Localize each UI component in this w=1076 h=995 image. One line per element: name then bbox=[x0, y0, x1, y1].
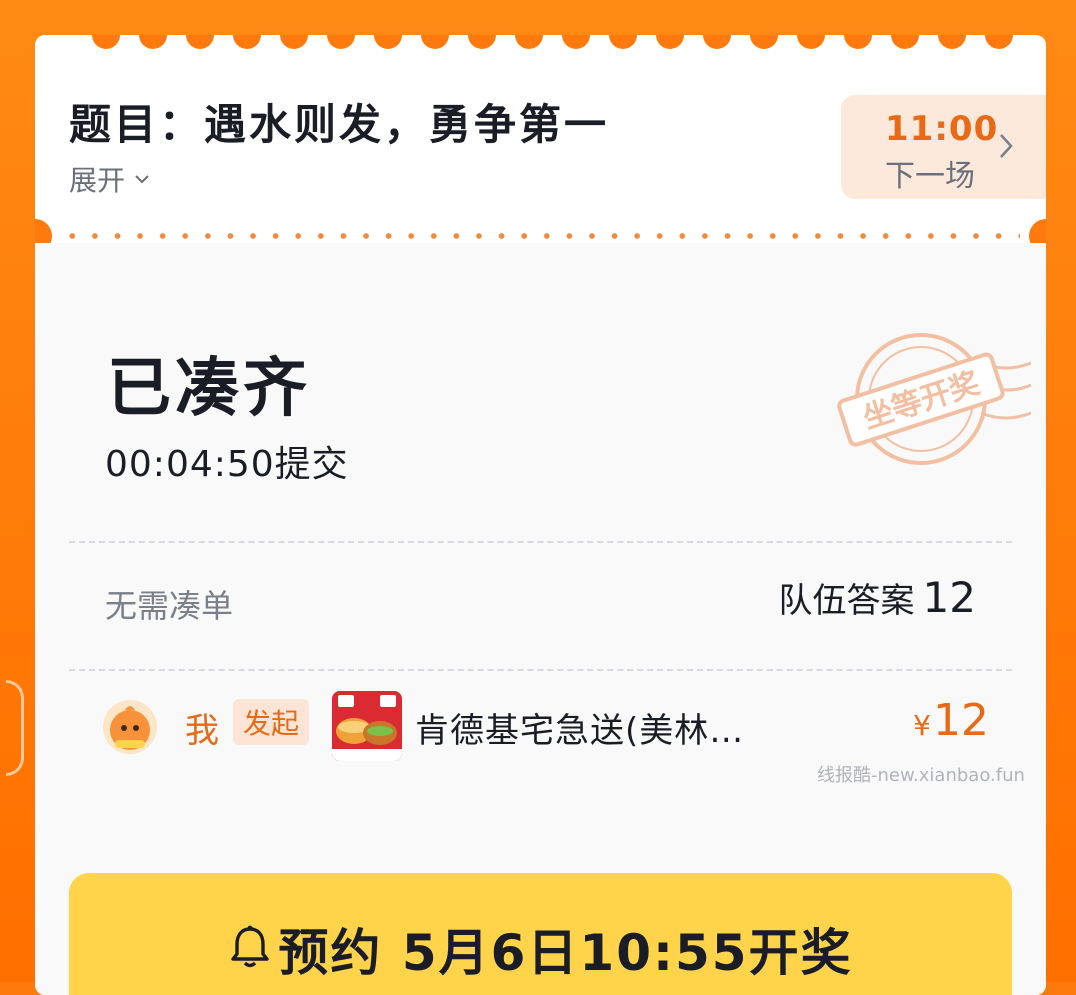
chevron-down-icon bbox=[133, 173, 151, 185]
waiting-draw-stamp: 坐等开奖 bbox=[831, 323, 1032, 473]
submit-time: 00:04:50提交 bbox=[105, 444, 349, 485]
team-answer: 队伍答案 12 bbox=[779, 573, 976, 622]
product-name[interactable]: 肯德基宅急送(美林… bbox=[415, 703, 744, 752]
avatar bbox=[103, 700, 157, 754]
member-row: 我 发起 肯德基宅急送(美林… ¥ 12 bbox=[103, 691, 989, 767]
ticket-perforation bbox=[35, 219, 1046, 253]
ticket-card: 题目：遇水则发，勇争第一 展开 11:00 下一场 已凑齐 00:04:50提交 bbox=[35, 35, 1046, 995]
bell-icon bbox=[228, 924, 272, 974]
ticket-body: 已凑齐 00:04:50提交 坐等开奖 无需凑单 队伍答案 12 我 发起 肯德… bbox=[35, 243, 1046, 995]
price-value: 12 bbox=[933, 695, 989, 746]
chevron-right-icon bbox=[996, 131, 1016, 165]
next-session-time: 11:00 bbox=[885, 109, 999, 149]
next-session-label: 下一场 bbox=[885, 159, 975, 194]
member-name: 我 bbox=[185, 711, 219, 751]
section-divider bbox=[69, 669, 1012, 671]
watermark-text: 线报酷-new.xianbao.fun bbox=[817, 765, 1025, 786]
expand-label: 展开 bbox=[69, 164, 126, 197]
reserve-draw-label: 预约 5月6日10:55开奖 bbox=[278, 924, 853, 982]
product-price: ¥ 12 bbox=[913, 695, 989, 746]
question-header: 题目：遇水则发，勇争第一 展开 11:00 下一场 bbox=[35, 35, 1046, 235]
price-symbol: ¥ bbox=[913, 709, 931, 742]
team-answer-label: 队伍答案 bbox=[778, 581, 915, 621]
question-title: 题目：遇水则发，勇争第一 bbox=[69, 100, 610, 149]
status-title: 已凑齐 bbox=[107, 352, 311, 426]
team-answer-value: 12 bbox=[922, 573, 976, 622]
next-session-button[interactable]: 11:00 下一场 bbox=[841, 95, 1046, 199]
expand-toggle[interactable]: 展开 bbox=[69, 159, 151, 199]
reserve-draw-button[interactable]: 预约 5月6日10:55开奖 bbox=[69, 873, 1012, 995]
no-need-label: 无需凑单 bbox=[105, 587, 234, 625]
side-drawer-handle[interactable] bbox=[6, 680, 24, 776]
product-image[interactable] bbox=[332, 691, 402, 761]
initiator-badge: 发起 bbox=[233, 699, 309, 745]
section-divider bbox=[69, 541, 1012, 543]
